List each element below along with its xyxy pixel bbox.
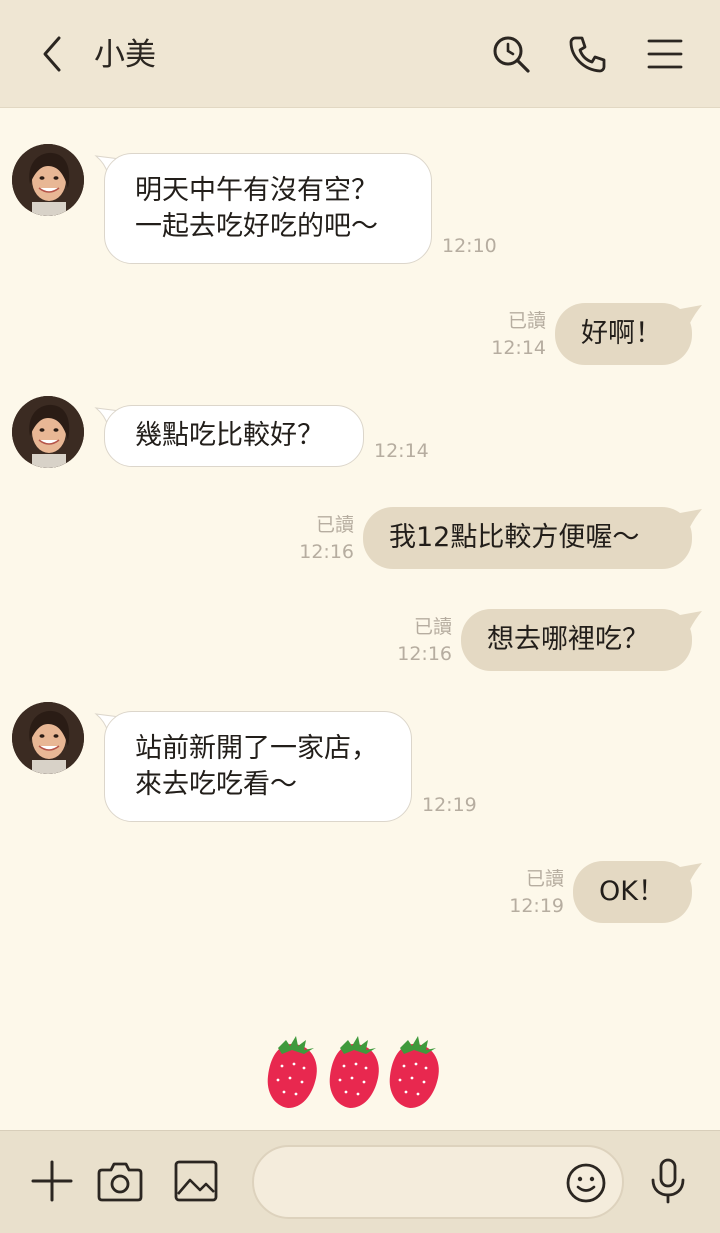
message-bubble-outgoing[interactable]: 好啊！ — [555, 303, 692, 365]
message-bubble-outgoing[interactable]: 我12點比較方便喔～ — [363, 507, 692, 569]
microphone-icon[interactable] — [642, 1155, 694, 1207]
chat-header: 小美 — [0, 0, 720, 108]
back-chevron-icon[interactable] — [32, 33, 74, 75]
message-input-box[interactable] — [252, 1145, 624, 1219]
read-receipt: 已讀 — [507, 310, 546, 332]
message-bubble-incoming[interactable]: 明天中午有沒有空？ 一起去吃好吃的吧～ — [104, 153, 432, 264]
emoji-icon[interactable] — [564, 1161, 608, 1205]
message-composer — [0, 1130, 720, 1233]
message-time: 12:16 — [397, 643, 452, 665]
contact-avatar[interactable] — [12, 396, 84, 468]
message-time: 12:10 — [442, 235, 497, 257]
bubble-tail — [680, 863, 702, 881]
bubble-tail — [680, 509, 702, 527]
contact-name: 小美 — [94, 37, 156, 73]
search-icon[interactable] — [490, 33, 532, 75]
message-time: 12:14 — [374, 440, 429, 462]
message-time: 12:19 — [422, 794, 477, 816]
menu-icon[interactable] — [644, 33, 686, 75]
message-time: 12:16 — [299, 541, 354, 563]
message-bubble-outgoing[interactable]: 想去哪裡吃？ — [461, 609, 692, 671]
camera-icon[interactable] — [94, 1155, 146, 1207]
contact-avatar[interactable] — [12, 144, 84, 216]
message-list[interactable]: 明天中午有沒有空？ 一起去吃好吃的吧～ 12:10 已讀 12:14 好啊！ 幾… — [0, 108, 720, 1130]
message-input[interactable] — [278, 1161, 552, 1205]
read-receipt: 已讀 — [315, 514, 354, 536]
read-receipt: 已讀 — [525, 868, 564, 890]
message-bubble-outgoing[interactable]: OK！ — [573, 861, 692, 923]
image-icon[interactable] — [170, 1155, 222, 1207]
strawberry-sticker[interactable] — [262, 1034, 448, 1114]
bubble-tail — [680, 611, 702, 629]
message-time: 12:19 — [509, 895, 564, 917]
contact-avatar[interactable] — [12, 702, 84, 774]
read-receipt: 已讀 — [413, 616, 452, 638]
plus-icon[interactable] — [26, 1155, 78, 1207]
message-bubble-incoming[interactable]: 站前新開了一家店， 來去吃吃看～ — [104, 711, 412, 822]
message-bubble-incoming[interactable]: 幾點吃比較好？ — [104, 405, 364, 467]
message-time: 12:14 — [491, 337, 546, 359]
bubble-tail — [680, 305, 702, 323]
phone-icon[interactable] — [566, 33, 608, 75]
